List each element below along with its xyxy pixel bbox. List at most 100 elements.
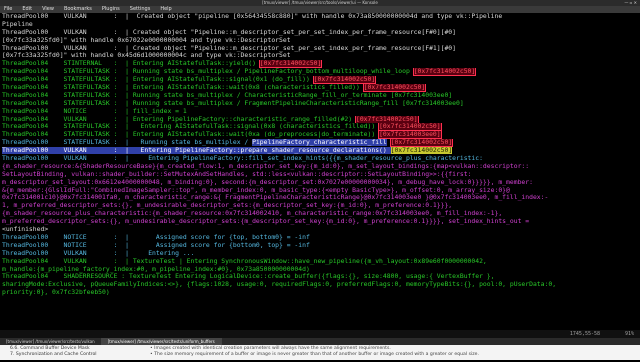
terminal-line: ThreadPool04 STATEFULTASK : | Running st…: [0, 100, 640, 108]
terminal-text: ThreadPool04 STATEFULTASK : | Running st…: [2, 99, 464, 107]
terminal-text: &{m_member:{GlslIdFull:"CombinedImageSam…: [2, 186, 510, 194]
terminal-text: [0x7fc314002c50]: [354, 115, 419, 124]
terminal-text: ThreadPool04 STATEFULTASK : | Entering A…: [2, 131, 380, 139]
terminal-text: ThreadPool00 NOTICE : | Assigned score f…: [2, 241, 310, 249]
doc-toc: 6.6. Command Buffer Device Mask 7. Synchr…: [10, 346, 150, 358]
terminal-text: ThreadPool00 VULKAN : | Entering ...: [2, 249, 195, 257]
menu-view[interactable]: View: [42, 6, 54, 12]
terminal-text: [0x7fc314003ee0]: [378, 131, 442, 140]
terminal-line: <unfinished>: [0, 226, 640, 234]
terminal-text: ThreadPool00 VULKAN : | Entering Pipelin…: [2, 155, 483, 163]
terminal-text: 1, m_preferred_descriptor_sets:{}, m_und…: [2, 202, 453, 210]
terminal-text: ThreadPool04 NOTICE : | fill_index = 1: [2, 107, 187, 115]
terminal-text: [0x7fc314002c50]: [412, 68, 477, 77]
terminal-line: 0x7fc314001c10}@0x7fc314001fa0, m_charac…: [0, 194, 640, 202]
terminal-text: <unfinished>: [2, 226, 49, 234]
scroll-percent: 91%: [624, 331, 634, 337]
terminal-text: ThreadPool04 STATEFULTASK : | Running st…: [2, 91, 453, 99]
terminal-text: ThreadPool04 STATEFULTASK : | Running st…: [2, 68, 414, 76]
terminal-text: ThreadPool04 VULKAN : | TextureTest | En…: [2, 257, 487, 265]
terminal-tab[interactable]: [tmux/viewer] /tmux/viewer/src/tests/uni…: [101, 338, 222, 345]
terminal-tab-bar: [tmux/viewer] /tmux/viewer/src/tests/vul…: [0, 338, 640, 345]
terminal-line: ThreadPool04 STATEFULTASK : | Entering A…: [0, 84, 640, 92]
terminal-line: ThreadPool00 VULKAN : | Entering Pipelin…: [0, 155, 640, 163]
doc-bullet: The size memory requirement of a buffer …: [150, 352, 630, 358]
terminal-text: SetLayoutBinding, vulkan::shader_builder…: [2, 170, 472, 178]
menu-settings[interactable]: Settings: [130, 6, 151, 12]
menu-plugins[interactable]: Plugins: [102, 6, 120, 12]
terminal-line: ThreadPool04 STATEFULTASK : | Running st…: [0, 92, 640, 100]
terminal-text: [0x7fc33a325fd0]" with handle 0x45d6d100…: [2, 52, 291, 60]
terminal-line: [0x7fc33a325fd0]" with handle 0x45d6d100…: [0, 52, 640, 60]
terminal-text: {m_shader_resource:&{ShaderResourceBase}…: [2, 162, 530, 170]
terminal-text: ThreadPool04 STATEFULTASK : | Entering A…: [2, 123, 380, 131]
terminal-line: {m_shader_resource_plus_characteristic:{…: [0, 210, 640, 218]
terminal-line: m_descriptor_set_layout:0x6612e400000004…: [0, 179, 640, 187]
terminal-line: {m_shader_resource:&{ShaderResourceBase}…: [0, 163, 640, 171]
menu-help[interactable]: Help: [160, 6, 171, 12]
toc-item[interactable]: 7. Synchronization and Cache Control: [10, 352, 150, 358]
terminal-line: ThreadPool00 VULKAN : | Created object "…: [0, 29, 640, 37]
terminal-tab[interactable]: [tmux/viewer] /tmux/viewer/src/tests/vul…: [0, 338, 102, 345]
terminal-text: m_handle:{m_pipeline_factory_index:#0, m…: [2, 265, 310, 273]
terminal-line: sharingMode:Exclusive, pQueueFamilyIndic…: [0, 281, 640, 289]
editor-status-bar: troep 1745,55-58 91%: [0, 330, 640, 345]
terminal-line: ThreadPool04 NOTICE : | fill_index = 1: [0, 108, 640, 116]
terminal-line: ThreadPool04 SHADERRESOURCE : TextureTes…: [0, 273, 640, 281]
terminal-text: m_preferred_descriptor_sets:{}, m_undesi…: [2, 218, 530, 226]
terminal-text: {m_shader_resource_plus_characteristic:{…: [2, 210, 503, 218]
terminal-line: ThreadPool04 STINTERNAL : | Entering AIS…: [0, 60, 640, 69]
terminal-text: [0x7fc314002c50]: [312, 76, 377, 85]
terminal-text: [0x7fc314002c50]: [378, 123, 442, 132]
terminal-line: ThreadPool04 VULKAN : | Entering Pipelin…: [0, 115, 640, 124]
terminal-line: &{m_member:{GlslIdFull:"CombinedImageSam…: [0, 187, 640, 195]
terminal-text: [0x7fc314002c50]: [258, 60, 323, 69]
terminal-text: ThreadPool00 VULKAN : | Created object "…: [2, 44, 457, 52]
terminal-text: [0x7fc314002c50]: [389, 139, 454, 148]
terminal-text: ThreadPool04 STINTERNAL : | Entering AIS…: [2, 60, 260, 68]
doc-body: Images created with identical creation p…: [150, 346, 630, 358]
terminal-text: ThreadPool04 STATEFULTASK : | Entering A…: [2, 84, 364, 92]
terminal-line: m_handle:{m_pipeline_factory_index:#0, m…: [0, 266, 640, 274]
terminal-line: Pipeline: [0, 21, 640, 29]
terminal-text: ThreadPool00 VULKAN : | Created object "…: [2, 13, 503, 20]
terminal-output[interactable]: ThreadPool00 VULKAN : | Created object "…: [0, 13, 640, 330]
terminal-text: priority:0}, 0x7fc32bfeeb50): [2, 289, 110, 297]
terminal-text: [0x7fc314002c50]: [362, 84, 427, 92]
terminal-text: Pipeline: [2, 20, 33, 28]
terminal-line: ThreadPool00 VULKAN : | Created object "…: [0, 45, 640, 53]
terminal-text: ThreadPool00 STATEFULTASK : | Running st…: [2, 139, 253, 147]
terminal-text: ThreadPool04 SHADERRESOURCE : TextureTes…: [2, 273, 495, 281]
background-document: 6.6. Command Buffer Device Mask 7. Synchr…: [0, 345, 640, 360]
terminal-text: [0x7fc314002c50]: [390, 147, 453, 155]
menu-edit[interactable]: Edit: [22, 6, 32, 12]
terminal-line: priority:0}, 0x7fc32bfeeb50): [0, 289, 640, 297]
terminal-line: ThreadPool00 VULKAN : | Entering Pipelin…: [0, 147, 640, 155]
terminal-line: ThreadPool00 NOTICE : | Assigned score f…: [0, 242, 640, 250]
terminal-text: ThreadPool00 NOTICE : | Assigned score f…: [2, 233, 310, 241]
terminal-line: [0x7fc33a325fd0]" with handle 0x67022e00…: [0, 37, 640, 45]
terminal-text: m_descriptor_set_layout:0x6612e400000004…: [2, 178, 533, 186]
terminal-text: ThreadPool04 STATEFULTASK : | Entering A…: [2, 76, 314, 84]
terminal-line: ThreadPool00 STATEFULTASK : | Running st…: [0, 139, 640, 148]
menu-bar: File Edit View Bookmarks Plugins Settings Help: [0, 6, 640, 13]
terminal-line: ThreadPool04 STATEFULTASK : | Entering A…: [0, 131, 640, 140]
terminal-line: ThreadPool04 STATEFULTASK : | Running st…: [0, 68, 640, 77]
terminal-text: PipelineFactory_characteristic_fill: [252, 139, 387, 147]
terminal-text: 0x7fc314001c10}@0x7fc314001fa0, m_charac…: [2, 194, 549, 202]
cursor-position: 1745,55-58: [569, 331, 600, 337]
terminal-text: ThreadPool00 VULKAN : | Created object "…: [2, 28, 457, 36]
menu-file[interactable]: File: [4, 6, 12, 12]
terminal-line: SetLayoutBinding, vulkan::shader_builder…: [0, 171, 640, 179]
terminal-line: ThreadPool00 NOTICE : | Assigned score f…: [0, 234, 640, 242]
menu-bookmarks[interactable]: Bookmarks: [64, 6, 92, 12]
terminal-line: 1, m_preferred_descriptor_sets:{}, m_und…: [0, 202, 640, 210]
terminal-text: ThreadPool04 VULKAN : | Entering Pipelin…: [2, 115, 356, 123]
terminal-line: ThreadPool04 VULKAN : | TextureTest | En…: [0, 258, 640, 266]
terminal-line: ThreadPool00 VULKAN : | Entering ...: [0, 250, 640, 258]
terminal-text: sharingMode:Exclusive, pQueueFamilyIndic…: [2, 281, 557, 289]
terminal-text: [0x7fc33a325fd0]" with handle 0x67022e00…: [2, 36, 291, 44]
terminal-text: ThreadPool00 VULKAN : | Entering Pipelin…: [2, 147, 391, 155]
